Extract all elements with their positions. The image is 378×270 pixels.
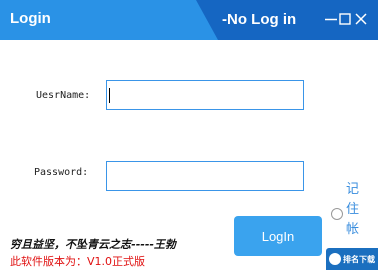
username-label: UesrName: (36, 90, 91, 101)
maximize-button[interactable] (338, 12, 352, 26)
motto-text: 穷且益坚，不坠青云之志-----王勃 (10, 238, 176, 251)
site-watermark: 排名下载 (326, 248, 378, 270)
minimize-button[interactable] (324, 12, 338, 26)
minimize-icon (325, 18, 337, 21)
watermark-text: 排名下载 (343, 254, 375, 264)
close-icon (355, 13, 367, 25)
username-input[interactable] (106, 80, 304, 110)
password-input[interactable] (106, 161, 304, 191)
maximize-icon (339, 13, 351, 25)
login-window: Login -No Log in UesrName: Password: 记住帐… (0, 0, 378, 270)
close-button[interactable] (354, 12, 368, 26)
watermark-logo-icon (329, 253, 341, 265)
login-status-text: -No Log in (222, 11, 297, 28)
title-bar[interactable]: Login -No Log in (0, 0, 378, 40)
window-title: Login (10, 10, 51, 27)
remember-account-radio[interactable] (331, 208, 343, 220)
text-cursor (109, 88, 110, 103)
login-button[interactable]: LogIn (234, 216, 322, 256)
password-label: Password: (34, 167, 89, 178)
remember-account-label[interactable]: 记住帐 (346, 180, 360, 240)
version-text: 此软件版本为：V1.0正式版 (10, 255, 146, 268)
